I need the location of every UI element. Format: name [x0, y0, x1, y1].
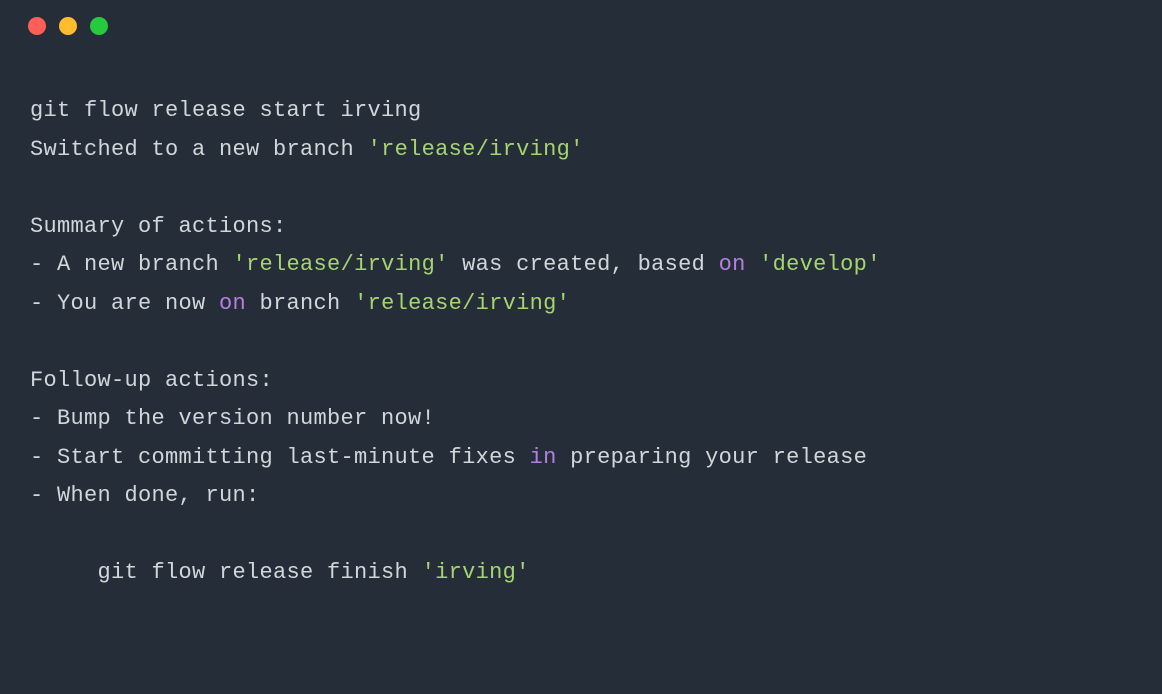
terminal-segment: on: [719, 252, 746, 277]
terminal-line: - When done, run:: [30, 477, 1132, 516]
terminal-line: Summary of actions:: [30, 208, 1132, 247]
terminal-line: [30, 169, 1132, 208]
terminal-segment: Switched to a new branch: [30, 137, 368, 162]
terminal-segment: git flow release finish: [30, 560, 422, 585]
terminal-segment: on: [219, 291, 246, 316]
terminal-line: - Start committing last-minute fixes in …: [30, 439, 1132, 478]
terminal-line: - Bump the version number now!: [30, 400, 1132, 439]
terminal-segment: 'release/irving': [233, 252, 449, 277]
terminal-segment: - You are now: [30, 291, 219, 316]
terminal-line: Switched to a new branch 'release/irving…: [30, 131, 1132, 170]
terminal-segment: - Start committing last-minute fixes: [30, 445, 530, 470]
terminal-segment: [30, 329, 44, 354]
terminal-line: - You are now on branch 'release/irving': [30, 285, 1132, 324]
terminal-segment: in: [530, 445, 557, 470]
terminal-line: [30, 323, 1132, 362]
terminal-output: git flow release start irving Switched to…: [0, 52, 1162, 623]
terminal-segment: 'develop': [759, 252, 881, 277]
terminal-line: git flow release finish 'irving': [30, 554, 1132, 593]
terminal-segment: [746, 252, 760, 277]
terminal-segment: [30, 175, 44, 200]
terminal-segment: 'release/irving': [354, 291, 570, 316]
terminal-segment: was created, based: [449, 252, 719, 277]
terminal-line: - A new branch 'release/irving' was crea…: [30, 246, 1132, 285]
terminal-segment: 'release/irving': [368, 137, 584, 162]
terminal-segment: [30, 522, 44, 547]
terminal-segment: - Bump the version number now!: [30, 406, 435, 431]
terminal-line: git flow release start irving: [30, 92, 1132, 131]
terminal-segment: branch: [246, 291, 354, 316]
terminal-line: [30, 516, 1132, 555]
maximize-icon[interactable]: [90, 17, 108, 35]
close-icon[interactable]: [28, 17, 46, 35]
terminal-segment: Summary of actions:: [30, 214, 287, 239]
terminal-segment: - When done, run:: [30, 483, 260, 508]
terminal-line: Follow-up actions:: [30, 362, 1132, 401]
terminal-segment: 'irving': [422, 560, 530, 585]
minimize-icon[interactable]: [59, 17, 77, 35]
terminal-segment: preparing your release: [557, 445, 868, 470]
terminal-segment: - A new branch: [30, 252, 233, 277]
window-titlebar: [0, 0, 1162, 52]
terminal-segment: git flow release start irving: [30, 98, 422, 123]
terminal-segment: Follow-up actions:: [30, 368, 273, 393]
